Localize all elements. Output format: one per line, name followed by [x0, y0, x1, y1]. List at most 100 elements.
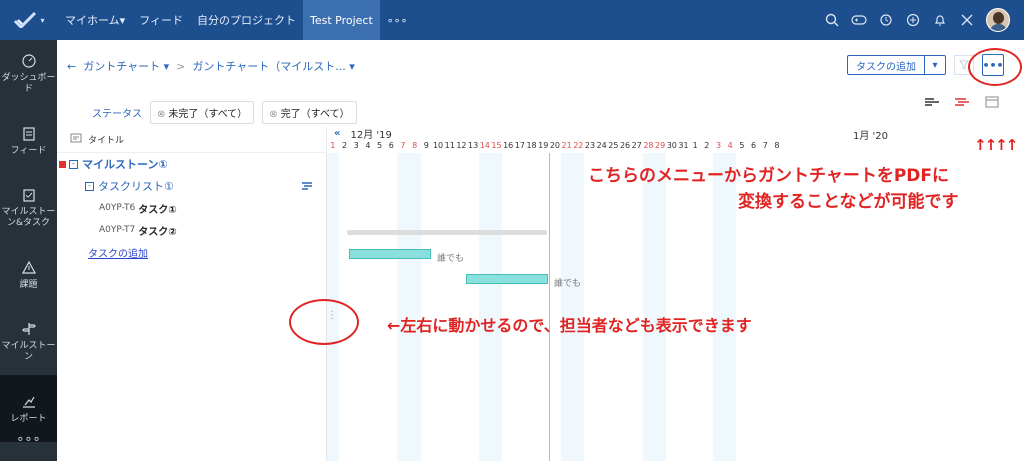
more-menu-button[interactable]: •••	[982, 54, 1004, 76]
tasklist-row[interactable]: - タスクリスト①	[57, 175, 326, 197]
task-row[interactable]: A0YP-T7 タスク②	[57, 219, 326, 241]
day-label: 19	[538, 141, 549, 150]
sidebar-item-label: レポート	[10, 413, 47, 424]
add-circle-icon[interactable]	[905, 12, 921, 28]
add-task-row[interactable]: タスクの追加	[57, 241, 326, 263]
day-label: 21	[561, 141, 572, 150]
back-arrow-icon[interactable]: ←	[67, 60, 76, 73]
sidebar-item-label: ダッシュボード	[1, 73, 56, 94]
day-label: 23	[584, 141, 596, 150]
task-list-panel: タイトル - マイルストーン① - タスクリスト① A0YP-T6 タスク① A…	[57, 127, 327, 461]
nav-my-projects[interactable]: 自分のプロジェクト	[190, 0, 303, 40]
day-label: 14	[479, 141, 490, 150]
breadcrumb: ← ガントチャート ▾ > ガントチャート（マイルスト... ▾	[67, 58, 355, 74]
collapse-icon[interactable]: -	[69, 159, 78, 169]
tools-icon[interactable]	[959, 12, 975, 28]
day-label: 20	[549, 141, 560, 150]
day-label: 24	[596, 141, 607, 150]
day-label: 17	[514, 141, 525, 150]
day-label: 9	[423, 141, 429, 150]
add-task-link[interactable]: タスクの追加	[88, 245, 148, 260]
status-chip-incomplete[interactable]: ⊗ 未完了（すべて）	[150, 101, 255, 124]
breadcrumb-gantt[interactable]: ガントチャート ▾	[83, 58, 169, 74]
milestone-row[interactable]: - マイルストーン①	[57, 153, 326, 175]
calendar-icon[interactable]	[982, 95, 1002, 109]
list-header-icon	[70, 133, 82, 146]
day-label: 3	[353, 141, 359, 150]
task-id: A0YP-T6	[99, 203, 136, 213]
sidebar-item-issues[interactable]: 課題	[0, 241, 57, 308]
timer-icon[interactable]	[878, 12, 894, 28]
filter-icon[interactable]	[954, 55, 974, 75]
sidebar-item-milestones[interactable]: マイルストーン	[0, 308, 57, 375]
day-label: 30	[666, 141, 677, 150]
app-logo[interactable]: ▾	[0, 0, 58, 40]
annotation-line1: こちらのメニューからガントチャートをPDFに	[588, 166, 950, 186]
tasklist-summary-bar[interactable]	[347, 230, 547, 235]
weekend-column	[642, 153, 655, 461]
tasklist-tool-icon[interactable]	[298, 177, 316, 195]
add-task-button[interactable]: タスクの追加 ▾	[847, 55, 946, 75]
day-label: 8	[774, 141, 780, 150]
previous-period-icon[interactable]: «	[334, 128, 340, 139]
right-actions: タスクの追加 ▾ •••	[847, 54, 1004, 76]
day-label: 29	[655, 141, 666, 150]
bell-icon[interactable]	[932, 12, 948, 28]
view-toolbar	[922, 95, 1002, 109]
day-label: 8	[412, 141, 418, 150]
sidebar-item-label: 課題	[19, 279, 38, 290]
top-icons	[824, 0, 1010, 40]
day-label: 7	[762, 141, 768, 150]
nav-feed[interactable]: フィード	[132, 0, 190, 40]
assignee-label: 誰でも	[437, 254, 465, 264]
task-bar[interactable]	[349, 249, 431, 259]
sidebar-item-milestone-task[interactable]: マイルストーン&タスク	[0, 174, 57, 241]
sidebar-more[interactable]: ∘∘∘	[0, 432, 57, 447]
main-content: ← ガントチャート ▾ > ガントチャート（マイルスト... ▾ タスクの追加 …	[57, 40, 1024, 461]
nav-more[interactable]: ∘∘∘	[380, 0, 415, 40]
status-chip-complete[interactable]: ⊗ 完了（すべて）	[262, 101, 357, 124]
nav-my-home[interactable]: マイホーム▾	[58, 0, 132, 40]
list-header: タイトル	[57, 127, 326, 153]
title-column-header: タイトル	[88, 136, 125, 146]
remove-chip-icon[interactable]: ⊗	[269, 109, 277, 120]
day-label: 27	[631, 141, 642, 150]
task-row[interactable]: A0YP-T6 タスク①	[57, 197, 326, 219]
milestone-name[interactable]: マイルストーン①	[82, 156, 168, 172]
task-bar[interactable]	[466, 274, 548, 284]
chip-text: 完了（すべて）	[280, 109, 350, 120]
task-name[interactable]: タスク①	[138, 201, 176, 216]
dropdown-icon[interactable]: ▾	[925, 60, 945, 71]
collapse-icon[interactable]: -	[85, 181, 94, 191]
highlight-circle	[289, 299, 359, 345]
month-label: 12月 '19	[350, 130, 392, 141]
task-name[interactable]: タスク②	[138, 223, 176, 238]
day-label: 2	[341, 141, 348, 150]
add-task-label: タスクの追加	[848, 56, 925, 74]
search-icon[interactable]	[824, 12, 840, 28]
sidebar-item-dashboard[interactable]: ダッシュボード	[0, 40, 57, 107]
today-line	[549, 153, 550, 461]
task-id: A0YP-T7	[99, 225, 136, 235]
weekend-column	[724, 153, 737, 461]
day-label: 1	[330, 141, 336, 150]
day-label: 6	[388, 141, 394, 150]
remove-chip-icon[interactable]: ⊗	[157, 109, 165, 120]
day-label: 7	[400, 141, 406, 150]
critical-path-icon[interactable]	[952, 95, 972, 109]
feed-icon	[21, 125, 37, 143]
nav-test-project[interactable]: Test Project	[302, 0, 380, 40]
sidebar-item-feed[interactable]: フィード	[0, 107, 57, 174]
game-controller-icon[interactable]	[851, 12, 867, 28]
annotation-line2: 変換することなどが可能です	[738, 192, 959, 212]
day-label: 12	[456, 141, 467, 150]
annotation-side: ←左右に動かせるので、担当者なども表示できます	[387, 316, 752, 335]
day-label: 18	[526, 141, 537, 150]
user-avatar[interactable]	[986, 8, 1010, 32]
bars-view-icon[interactable]	[922, 95, 942, 109]
breadcrumb-current-view[interactable]: ガントチャート（マイルスト... ▾	[192, 58, 354, 74]
day-label: 25	[608, 141, 619, 150]
tasklist-name[interactable]: タスクリスト①	[98, 178, 174, 194]
day-label: 13	[468, 141, 479, 150]
report-icon	[21, 393, 37, 411]
